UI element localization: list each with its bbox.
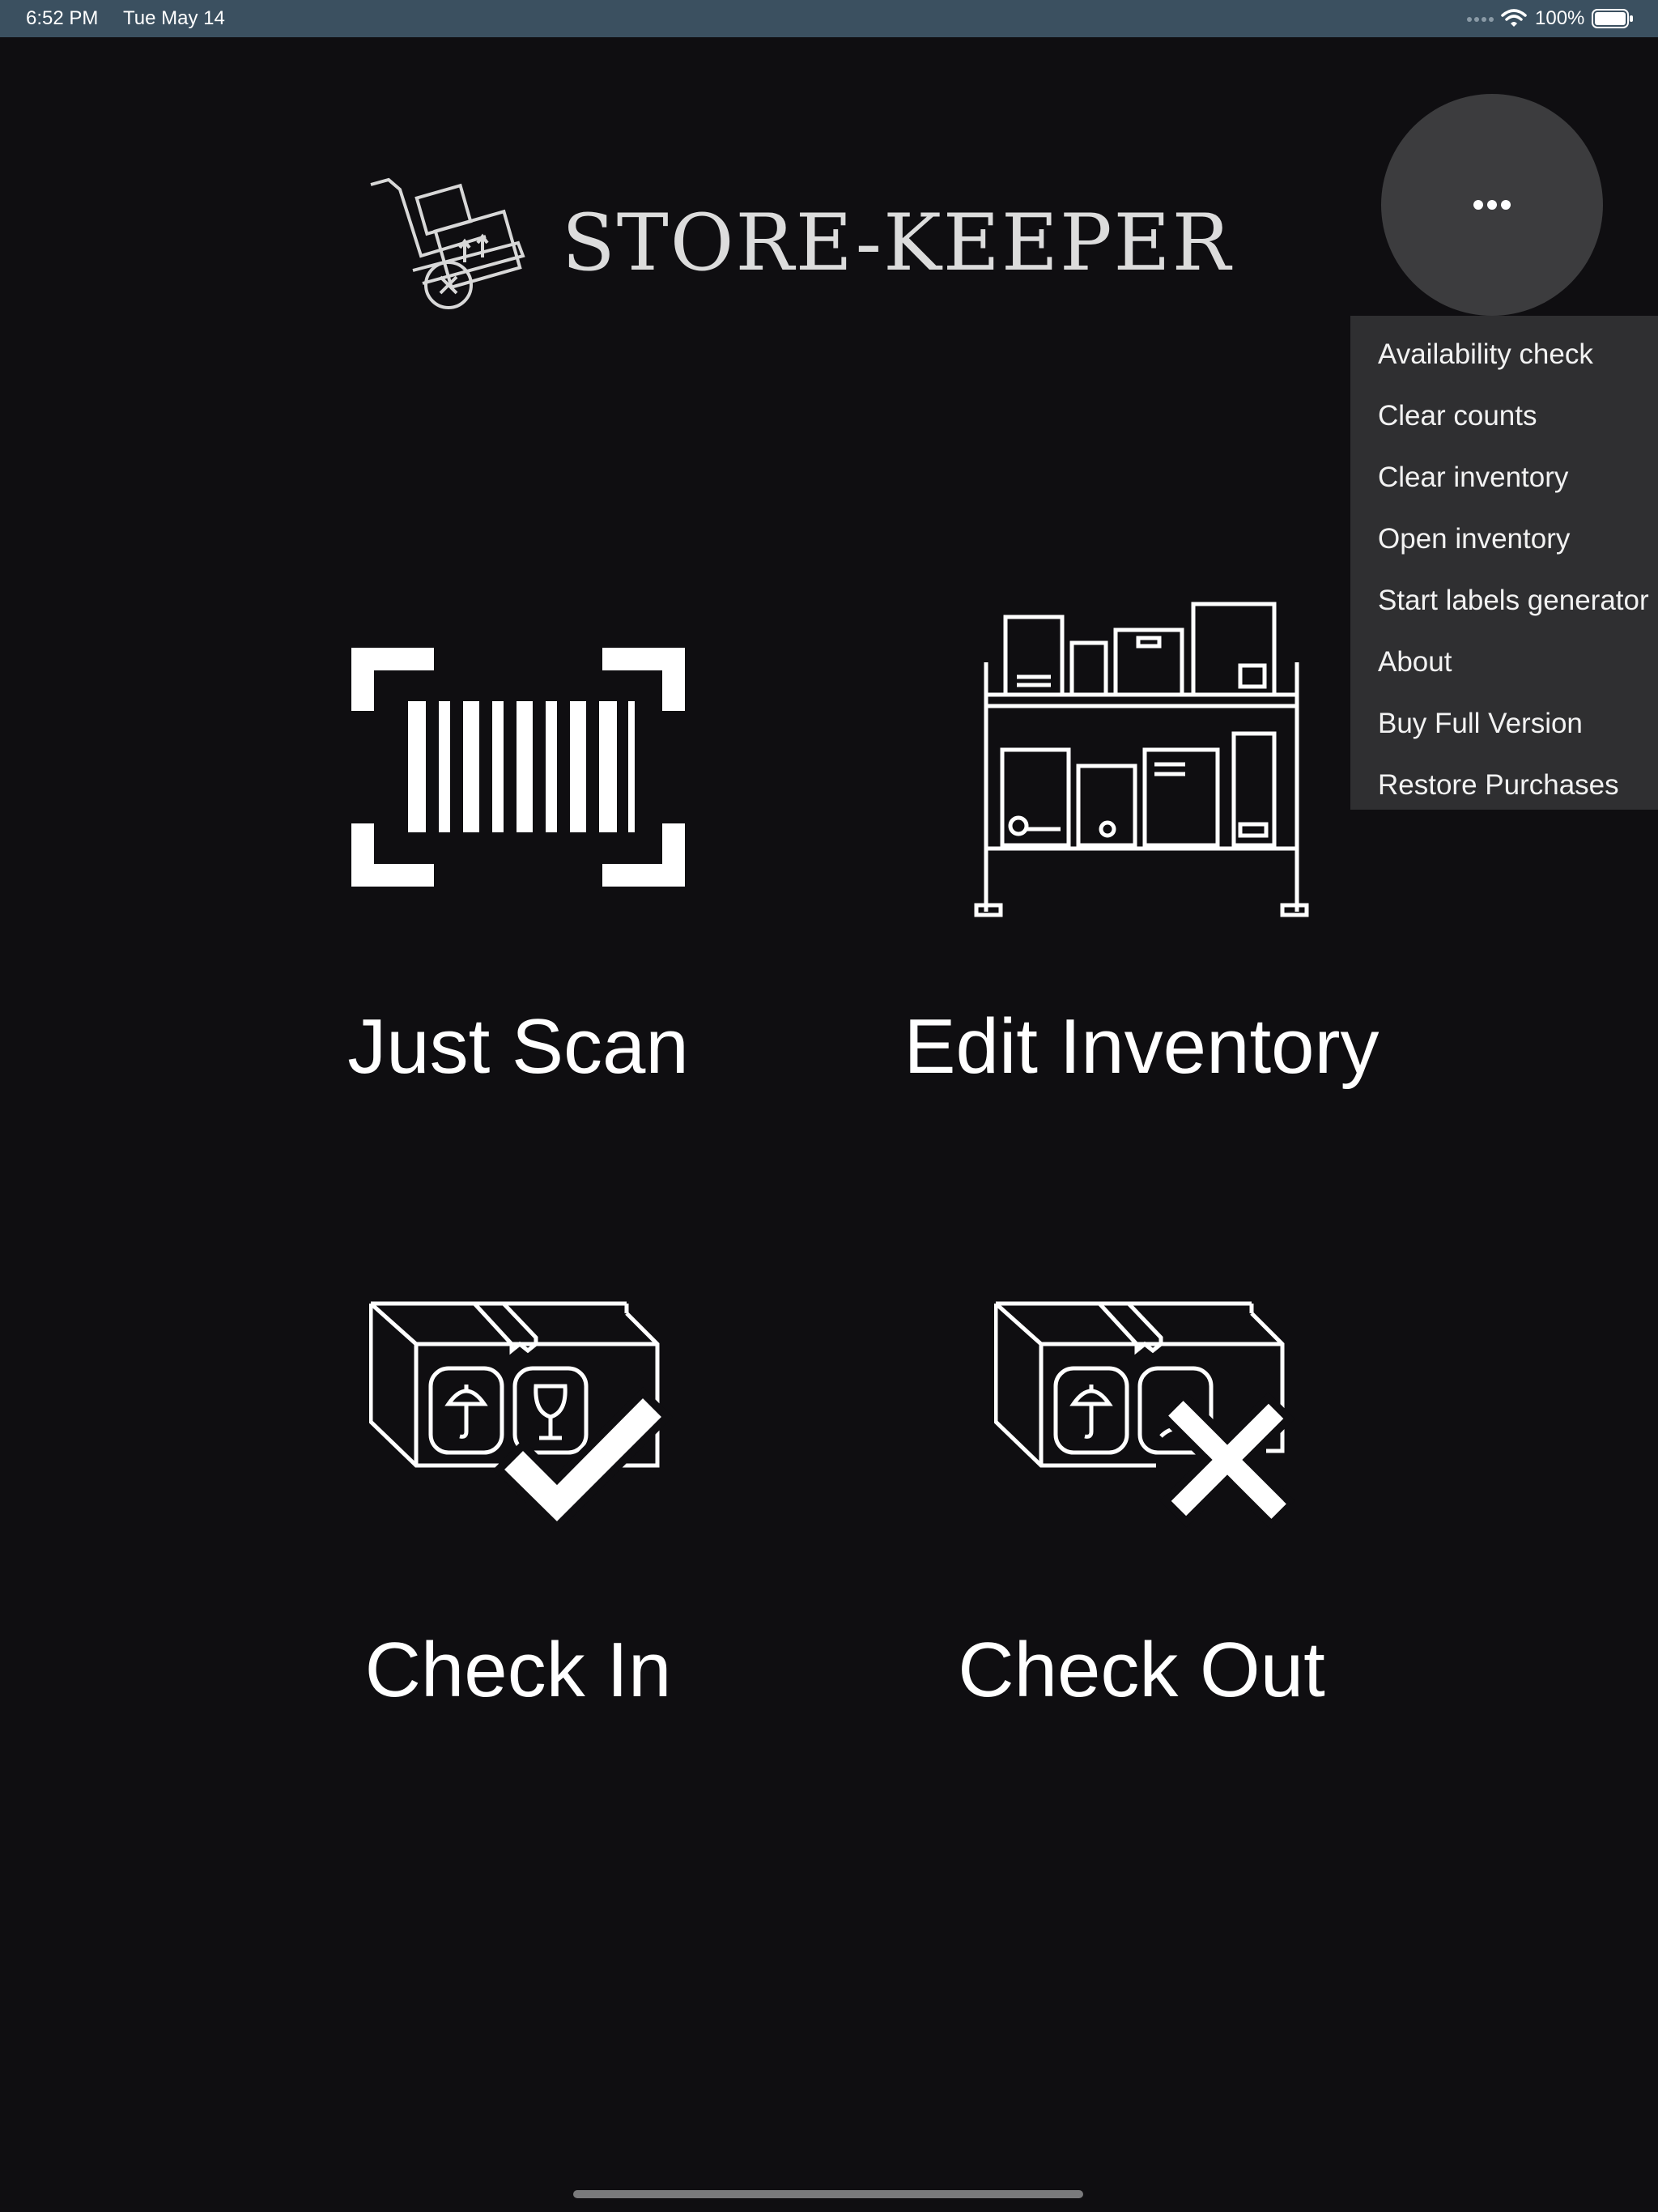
menu-item-availability-check[interactable]: Availability check — [1378, 324, 1593, 385]
check-in-label: Check In — [364, 1627, 672, 1713]
ellipsis-icon — [1473, 200, 1511, 210]
edit-inventory-label: Edit Inventory — [903, 1003, 1380, 1090]
check-in-button[interactable]: Check In — [316, 1255, 721, 1733]
status-date: Tue May 14 — [123, 7, 225, 29]
more-options-button[interactable] — [1381, 94, 1603, 316]
menu-item-start-labels-generator[interactable]: Start labels generator — [1378, 570, 1649, 632]
inventory-shelf-icon — [974, 602, 1309, 917]
menu-item-clear-counts[interactable]: Clear counts — [1378, 385, 1537, 447]
edit-inventory-button[interactable]: Edit Inventory — [891, 591, 1392, 1101]
options-menu: Availability check Clear counts Clear in… — [1350, 316, 1658, 810]
status-time: 6:52 PM — [26, 7, 99, 29]
battery-icon — [1592, 9, 1633, 28]
battery-percentage: 100% — [1535, 7, 1585, 29]
status-bar: 6:52 PM Tue May 14 100% — [0, 0, 1658, 37]
wifi-icon — [1501, 9, 1527, 27]
home-indicator — [573, 2190, 1083, 2198]
barcode-scan-icon — [351, 648, 685, 887]
box-x-icon — [994, 1301, 1295, 1528]
just-scan-button[interactable]: Just Scan — [316, 632, 721, 1101]
menu-item-buy-full-version[interactable]: Buy Full Version — [1378, 693, 1583, 755]
just-scan-label: Just Scan — [347, 1003, 689, 1090]
menu-item-restore-purchases[interactable]: Restore Purchases — [1378, 755, 1619, 810]
check-out-button[interactable]: Check Out — [891, 1255, 1392, 1733]
box-check-icon — [369, 1301, 674, 1522]
hand-truck-icon — [370, 177, 525, 309]
menu-item-clear-inventory[interactable]: Clear inventory — [1378, 447, 1568, 508]
menu-item-open-inventory[interactable]: Open inventory — [1378, 508, 1570, 570]
app-logo-text: STORE-KEEPER — [562, 198, 1232, 288]
check-out-label: Check Out — [958, 1627, 1325, 1713]
signal-dots-icon — [1467, 17, 1494, 22]
